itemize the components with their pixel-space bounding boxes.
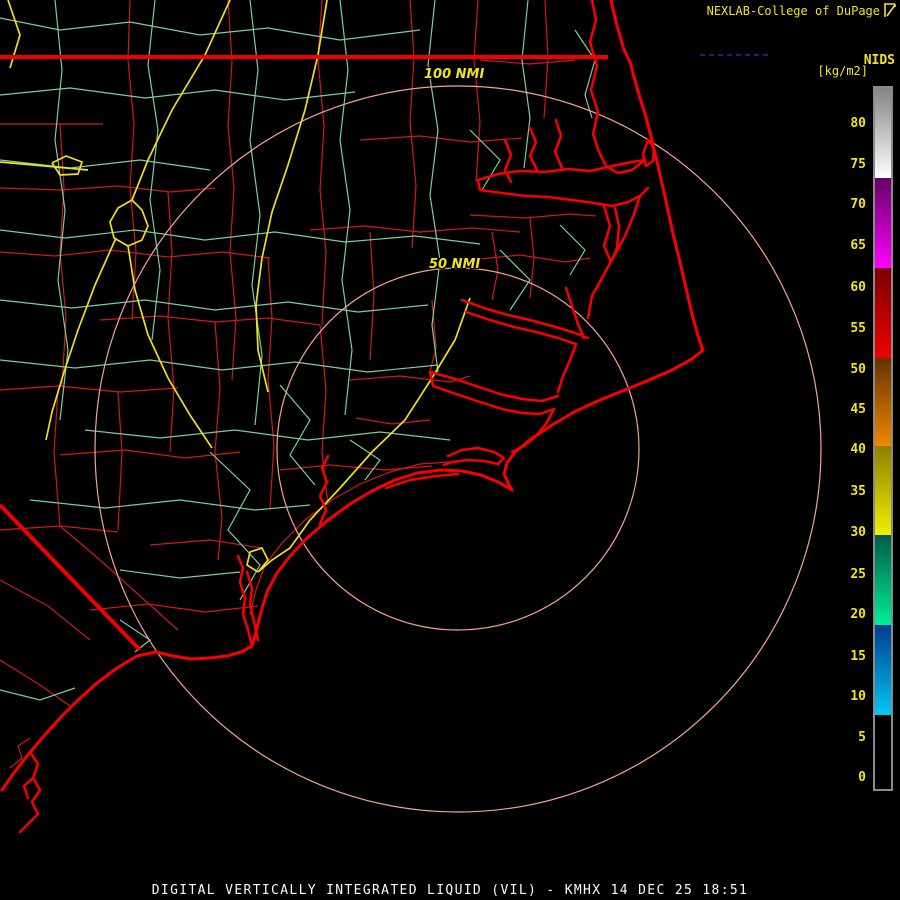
scale-tick-30: 30 (850, 525, 866, 540)
scale-tick-65: 65 (850, 238, 866, 253)
ring-50nmi (276, 267, 640, 631)
radar-display: 100 NMI 50 NMI NEXLAB-College of DuPage … (0, 0, 900, 900)
colorbar-segment-red (875, 268, 891, 358)
scale-tick-75: 75 (850, 157, 866, 172)
scale-tick-15: 15 (850, 649, 866, 664)
scale-tick-0: 0 (858, 770, 866, 785)
highways (0, 0, 471, 573)
scale-tick-10: 10 (850, 689, 866, 704)
range-rings (94, 85, 822, 813)
coastline (0, 0, 705, 834)
colorbar-segment-gray (875, 88, 891, 178)
scale-tick-45: 45 (850, 402, 866, 417)
colorbar-segment-black (875, 714, 891, 789)
ring-100nmi (94, 85, 822, 813)
scale-title: NIDS (863, 53, 895, 68)
scale-tick-25: 25 (850, 567, 866, 582)
ring-label-50nmi: 50 NMI (429, 257, 481, 272)
county-boundaries (0, 0, 597, 769)
colorbar-ticks: 80 75 70 65 60 55 50 45 40 35 30 25 20 1… (826, 0, 866, 900)
colorbar-segment-blue (875, 624, 891, 715)
scale-tick-60: 60 (850, 280, 866, 295)
scale-tick-35: 35 (850, 484, 866, 499)
ring-label-100nmi: 100 NMI (424, 67, 485, 82)
colorbar (873, 86, 893, 791)
colorbar-segment-teal (875, 534, 891, 625)
colorbar-segment-orange (875, 358, 891, 446)
college-of-dupage-flag-icon (884, 3, 896, 17)
base-map (0, 0, 822, 834)
scale-tick-5: 5 (858, 730, 866, 745)
product-title: DIGITAL VERTICALLY INTEGRATED LIQUID (VI… (151, 883, 749, 898)
scale-tick-55: 55 (850, 321, 866, 336)
colorbar-segment-purple (875, 178, 891, 268)
colorbar-segment-yellow (875, 445, 891, 535)
scale-tick-80: 80 (850, 116, 866, 131)
scale-tick-40: 40 (850, 442, 866, 457)
scale-tick-20: 20 (850, 607, 866, 622)
scale-tick-50: 50 (850, 362, 866, 377)
scale-tick-70: 70 (850, 197, 866, 212)
